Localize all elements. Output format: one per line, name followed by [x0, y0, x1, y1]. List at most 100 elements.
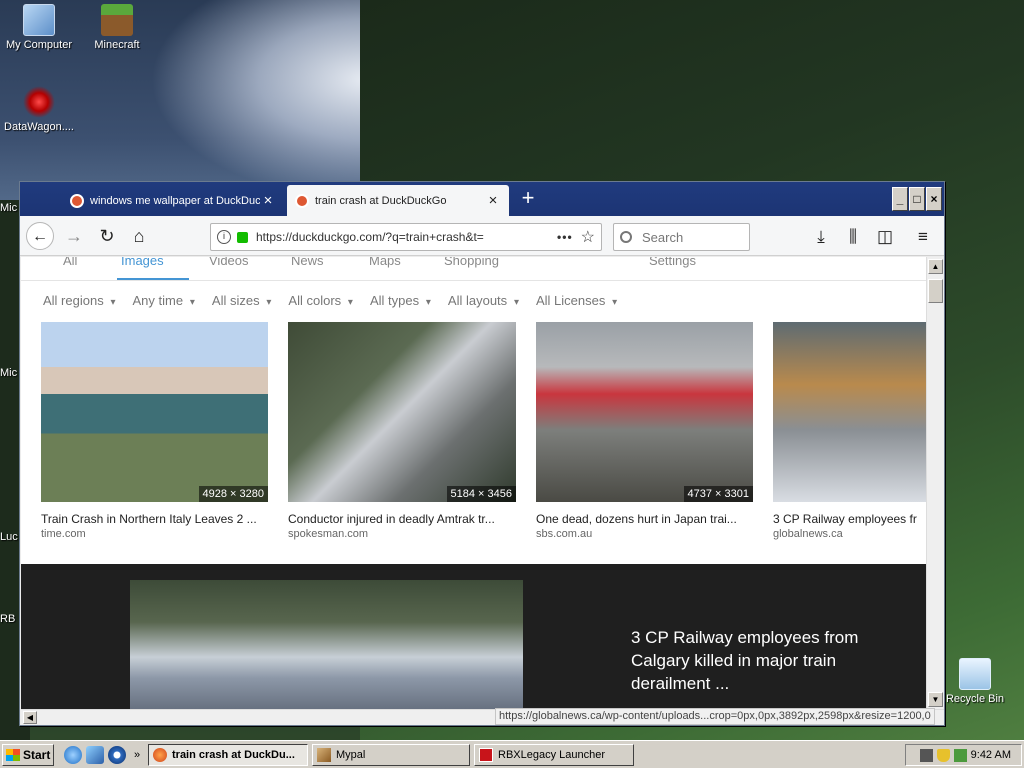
result-caption[interactable]: 3 CP Railway employees fr	[773, 512, 926, 526]
detail-image[interactable]	[130, 580, 523, 709]
filter-license[interactable]: All Licenses	[536, 293, 617, 308]
nav-images[interactable]: Images	[121, 257, 164, 268]
result-source[interactable]: globalnews.ca	[773, 528, 843, 540]
network-icon[interactable]	[953, 748, 967, 762]
image-result[interactable]	[773, 322, 926, 502]
filter-layout[interactable]: All layouts	[448, 293, 519, 308]
desktop-icon-label: My Computer	[5, 39, 73, 51]
filter-region[interactable]: All regions	[43, 293, 116, 308]
close-tab-icon[interactable]: ×	[485, 192, 501, 209]
scroll-up-button[interactable]: ▲	[928, 259, 943, 274]
computer-icon	[23, 4, 55, 36]
duckduckgo-icon	[70, 193, 84, 208]
nav-shopping[interactable]: Shopping	[444, 257, 499, 268]
recycle-bin-icon	[959, 658, 991, 690]
task-rbxlegacy[interactable]: RBXLegacy Launcher	[474, 744, 634, 766]
image-dimensions: 5184 × 3456	[446, 486, 516, 502]
task-label: train crash at DuckDu...	[172, 749, 295, 761]
image-dimensions: 4928 × 3280	[198, 486, 268, 502]
internet-explorer-icon[interactable]	[64, 746, 82, 764]
result-source[interactable]: time.com	[41, 528, 86, 540]
filter-type[interactable]: All types	[370, 293, 431, 308]
tab-bar: windows me wallpaper at DuckDuckGo × tra…	[20, 182, 944, 216]
task-mypal[interactable]: Mypal	[312, 744, 470, 766]
system-tray: 9:42 AM	[905, 744, 1022, 766]
scroll-thumb[interactable]	[928, 279, 943, 303]
keyboard-icon[interactable]	[919, 748, 933, 762]
clock[interactable]: 9:42 AM	[971, 749, 1011, 761]
result-thumbnail	[773, 322, 926, 502]
result-thumbnail	[536, 322, 753, 502]
result-source[interactable]: sbs.com.au	[536, 528, 592, 540]
maximize-button[interactable]: □	[909, 187, 925, 211]
image-result[interactable]: 4737 × 3301	[536, 322, 753, 502]
image-result[interactable]: 5184 × 3456	[288, 322, 516, 502]
image-detail-panel: 3 CP Railway employees from Calgary kill…	[21, 564, 926, 709]
windows-flag-icon	[6, 749, 20, 761]
desktop-icon-label-partial[interactable]: Luc	[0, 531, 18, 543]
nav-maps[interactable]: Maps	[369, 257, 401, 268]
task-label: RBXLegacy Launcher	[498, 749, 606, 761]
close-tab-icon[interactable]: ×	[260, 192, 276, 209]
minimize-button[interactable]: _	[892, 187, 908, 211]
shield-icon[interactable]	[936, 748, 950, 762]
library-icon[interactable]: ⫼	[840, 224, 866, 250]
tab-windows-me-wallpaper[interactable]: windows me wallpaper at DuckDuckGo ×	[62, 185, 284, 216]
start-button[interactable]: Start	[2, 744, 54, 766]
nav-settings[interactable]: Settings	[649, 257, 696, 268]
image-dimensions: 4737 × 3301	[683, 486, 753, 502]
desktop-icon-recycle-bin[interactable]: Recycle Bin	[936, 658, 1014, 705]
nav-videos[interactable]: Videos	[209, 257, 249, 268]
filter-size[interactable]: All sizes	[212, 293, 272, 308]
browser-icon	[153, 748, 167, 762]
media-player-icon[interactable]	[108, 746, 126, 764]
task-browser[interactable]: train crash at DuckDu...	[148, 744, 308, 766]
back-button[interactable]: ←	[26, 222, 54, 250]
page-actions-icon[interactable]: •••	[557, 230, 573, 244]
info-icon[interactable]: i	[217, 230, 231, 244]
desktop-icon-label: Minecraft	[94, 39, 140, 51]
filter-time[interactable]: Any time	[133, 293, 195, 308]
address-text[interactable]: https://duckduckgo.com/?q=train+crash&t=	[256, 230, 549, 244]
nav-all[interactable]: All	[63, 257, 77, 268]
filter-color[interactable]: All colors	[288, 293, 353, 308]
tab-title: windows me wallpaper at DuckDuckGo	[90, 194, 260, 207]
image-result[interactable]: 4928 × 3280	[41, 322, 268, 502]
scroll-left-button[interactable]: ◀	[23, 711, 37, 724]
navigation-toolbar: ← → ↻ ⌂ i https://duckduckgo.com/?q=trai…	[20, 216, 944, 256]
desktop-icon-minecraft[interactable]: Minecraft	[78, 4, 156, 51]
forward-button[interactable]: →	[60, 222, 88, 250]
search-input[interactable]: Search	[613, 223, 750, 251]
address-bar[interactable]: i https://duckduckgo.com/?q=train+crash&…	[210, 223, 602, 251]
scroll-down-button[interactable]: ▼	[928, 692, 943, 707]
reload-button[interactable]: ↻	[93, 222, 121, 250]
close-button[interactable]: ×	[926, 187, 942, 211]
result-caption[interactable]: Conductor injured in deadly Amtrak tr...	[288, 512, 520, 526]
result-thumbnail	[41, 322, 268, 502]
chevron-right-icon[interactable]: »	[134, 746, 146, 764]
download-icon[interactable]: ⤓	[808, 224, 834, 250]
desktop-icon-label-partial[interactable]: Mic	[0, 367, 17, 379]
detail-title[interactable]: 3 CP Railway employees from Calgary kill…	[631, 626, 901, 695]
outlook-express-icon[interactable]	[86, 746, 104, 764]
sidebar-icon[interactable]: ◫	[872, 224, 898, 250]
desktop-icon-my-computer[interactable]: My Computer	[0, 4, 78, 51]
nav-news[interactable]: News	[291, 257, 324, 268]
bookmark-star-icon[interactable]: ☆	[581, 227, 595, 247]
page-content: All Images Videos News Maps Shopping Set…	[21, 257, 926, 709]
tab-train-crash[interactable]: train crash at DuckDuckGo ×	[287, 185, 509, 216]
desktop-icon-datawagon[interactable]: DataWagon....	[0, 86, 78, 133]
desktop-icon-label-partial[interactable]: RB	[0, 613, 15, 625]
result-caption[interactable]: One dead, dozens hurt in Japan trai...	[536, 512, 756, 526]
search-icon	[620, 231, 632, 243]
result-caption[interactable]: Train Crash in Northern Italy Leaves 2 .…	[41, 512, 271, 526]
mypal-icon	[317, 748, 331, 762]
datawagon-icon	[23, 86, 55, 118]
home-button[interactable]: ⌂	[125, 222, 153, 250]
desktop-icon-label: Recycle Bin	[945, 693, 1005, 705]
new-tab-button[interactable]: +	[516, 187, 540, 211]
desktop-icon-label-partial[interactable]: Mic	[0, 202, 17, 214]
result-source[interactable]: spokesman.com	[288, 528, 368, 540]
menu-icon[interactable]: ≡	[910, 224, 936, 250]
vertical-scrollbar[interactable]: ▲ ▼	[926, 257, 944, 709]
